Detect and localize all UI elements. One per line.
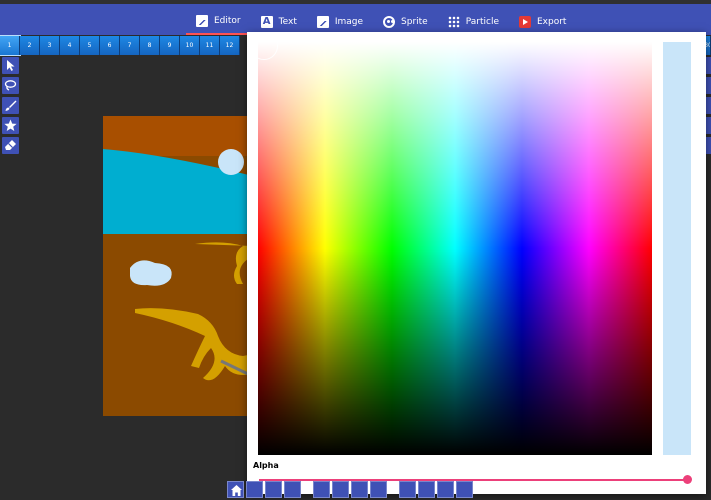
frame-button-peek[interactable]: 30 (706, 36, 711, 55)
drawing-canvas[interactable] (103, 116, 253, 416)
frame-button[interactable]: 6 (100, 36, 120, 55)
tab-label: Export (537, 16, 567, 27)
mode-tabs: Editor A Text Image Sprite Particle Expo… (186, 8, 576, 35)
tab-label: Particle (465, 16, 499, 27)
frame-button[interactable]: 8 (140, 36, 160, 55)
frame-button[interactable]: 12 (220, 36, 240, 55)
sprite-icon (383, 15, 396, 28)
layer-button[interactable] (370, 481, 387, 498)
delete-button[interactable] (284, 481, 301, 498)
frame-control-button[interactable] (399, 481, 416, 498)
frame-button[interactable]: 2 (20, 36, 40, 55)
home-button[interactable] (227, 481, 244, 498)
layer-button[interactable] (351, 481, 368, 498)
image-icon (316, 15, 329, 28)
text-icon: A (260, 15, 273, 28)
brush-icon (5, 100, 17, 111)
frame-strip: 1 2 3 4 5 6 7 8 9 10 11 12 (0, 35, 240, 56)
color-selector-ring[interactable] (250, 32, 278, 60)
tool-column (2, 57, 19, 157)
canvas-artwork (103, 116, 253, 416)
color-picker-dialog: Alpha (247, 32, 706, 494)
camera-button[interactable] (246, 481, 263, 498)
frame-button[interactable]: 10 (180, 36, 200, 55)
star-icon (4, 119, 17, 131)
tab-export[interactable]: Export (509, 8, 576, 35)
shape-tool-button[interactable] (2, 117, 19, 134)
frame-button[interactable]: 7 (120, 36, 140, 55)
tab-label: Editor (214, 15, 241, 26)
frame-control-button[interactable] (418, 481, 435, 498)
tab-text[interactable]: A Text (251, 8, 307, 35)
tab-sprite[interactable]: Sprite (373, 8, 438, 35)
brush-tool-button[interactable] (2, 97, 19, 114)
frame-button[interactable]: 4 (60, 36, 80, 55)
tab-particle[interactable]: Particle (438, 8, 509, 35)
select-tool-button[interactable] (2, 57, 19, 74)
eraser-tool-button[interactable] (2, 137, 19, 154)
image-icon (196, 14, 208, 27)
frame-control-button[interactable] (437, 481, 454, 498)
export-icon (519, 15, 531, 28)
tab-label: Text (278, 16, 297, 27)
eraser-icon (5, 140, 16, 150)
tab-editor[interactable]: Editor (186, 8, 251, 35)
frame-button[interactable]: 11 (200, 36, 220, 55)
tab-label: Sprite (401, 16, 428, 27)
frame-button[interactable]: 5 (80, 36, 100, 55)
edit-button[interactable] (265, 481, 282, 498)
selected-color-swatch (663, 42, 691, 455)
frame-button[interactable]: 9 (160, 36, 180, 55)
frame-button[interactable]: 1 (0, 35, 21, 56)
select-arrow-icon (7, 60, 15, 71)
color-spectrum[interactable] (250, 32, 652, 455)
alpha-label: Alpha (253, 461, 279, 470)
alpha-slider-thumb[interactable] (683, 475, 692, 484)
home-icon (231, 485, 242, 496)
bottom-toolbar (227, 481, 475, 500)
layer-button[interactable] (313, 481, 330, 498)
frame-control-button[interactable] (456, 481, 473, 498)
tab-label: Image (334, 16, 364, 27)
tab-image[interactable]: Image (307, 8, 373, 35)
particle-icon (447, 15, 460, 28)
lasso-icon (4, 80, 17, 91)
layer-button[interactable] (332, 481, 349, 498)
frame-button[interactable]: 3 (40, 36, 60, 55)
top-toolbar: Editor A Text Image Sprite Particle Expo… (0, 0, 711, 35)
lasso-tool-button[interactable] (2, 77, 19, 94)
